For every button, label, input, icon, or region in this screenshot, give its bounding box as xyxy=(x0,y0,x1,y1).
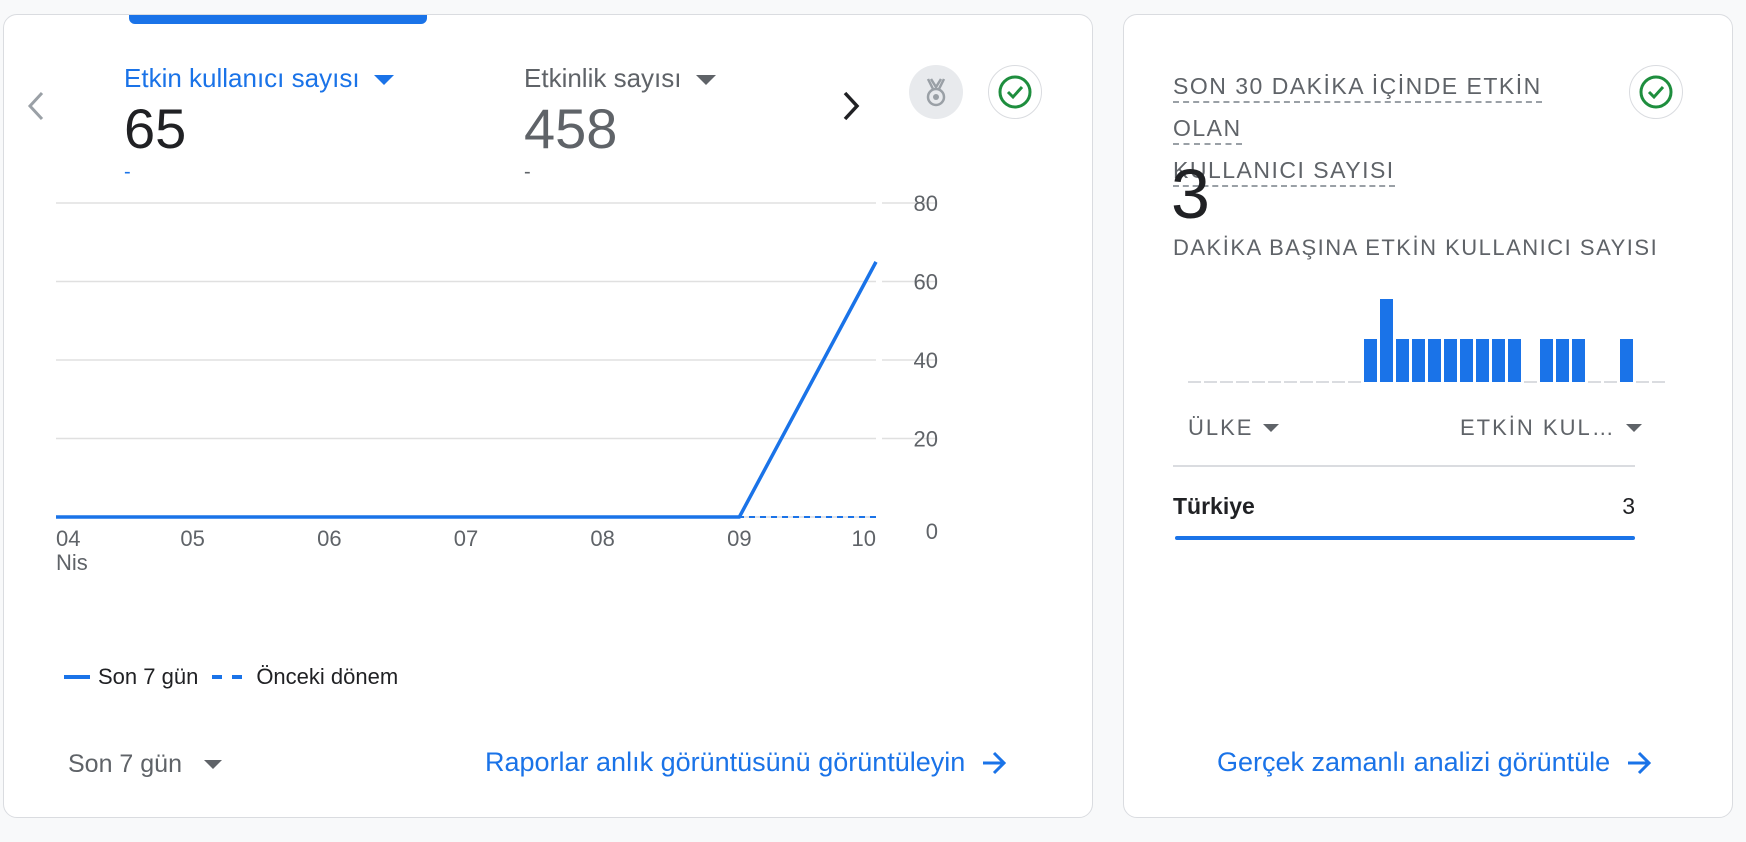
date-range-dropdown[interactable]: Son 7 gün xyxy=(68,750,222,779)
x-tick-label: 08 xyxy=(590,526,614,551)
check-circle-icon[interactable] xyxy=(1629,65,1683,119)
view-reports-snapshot-link[interactable]: Raporlar anlık görüntüsünü görüntüleyin xyxy=(485,747,1009,778)
realtime-title[interactable]: SON 30 DAKİKA İÇİNDE ETKİN OLAN KULLANIC… xyxy=(1173,65,1603,191)
minute-bar[interactable] xyxy=(1508,339,1521,382)
minute-bar[interactable] xyxy=(1396,339,1409,382)
minute-bar-empty xyxy=(1316,381,1329,383)
minute-bar-empty xyxy=(1268,381,1281,383)
x-tick-label: 09 xyxy=(727,526,751,551)
minute-bar-empty xyxy=(1524,381,1537,383)
y-tick-label: 80 xyxy=(914,191,938,216)
minute-bar[interactable] xyxy=(1476,339,1489,382)
share-bar xyxy=(1175,536,1635,540)
minute-bar[interactable] xyxy=(1572,339,1585,382)
minute-bar-empty xyxy=(1220,381,1233,383)
overview-card: Etkin kullanıcı sayısı 65 - Etkinlik say… xyxy=(3,14,1093,818)
chart-series xyxy=(56,261,878,519)
date-range-label: Son 7 gün xyxy=(68,750,182,778)
y-axis: 0 20 40 60 80 xyxy=(914,191,938,544)
link-label[interactable]: Raporlar anlık görüntüsünü görüntüleyin xyxy=(485,747,965,778)
chart-grid xyxy=(56,202,936,518)
x-tick-sublabel: Nis xyxy=(56,550,88,575)
minute-bar[interactable] xyxy=(1620,339,1633,382)
y-tick-label: 0 xyxy=(926,519,938,544)
caret-down-icon[interactable] xyxy=(204,760,222,769)
view-realtime-link[interactable]: Gerçek zamanlı analizi görüntüle xyxy=(1217,747,1654,778)
minute-bar-empty xyxy=(1588,381,1601,383)
minute-bar[interactable] xyxy=(1460,339,1473,382)
minute-bar[interactable] xyxy=(1380,299,1393,382)
per-minute-bar-chart xyxy=(1188,299,1665,383)
realtime-card: SON 30 DAKİKA İÇİNDE ETKİN OLAN KULLANIC… xyxy=(1123,14,1733,818)
minute-bar[interactable] xyxy=(1540,339,1553,382)
country-name: Türkiye xyxy=(1173,493,1255,519)
x-axis: 04 05 06 07 08 09 10 Nis xyxy=(56,526,876,575)
x-tick-label: 04 xyxy=(56,526,80,551)
table-divider xyxy=(1173,465,1635,467)
minute-bar-empty xyxy=(1636,381,1649,383)
minute-bar-empty xyxy=(1348,381,1361,383)
minute-bar[interactable] xyxy=(1444,339,1457,382)
minute-bar-empty xyxy=(1284,381,1297,383)
minute-bar-empty xyxy=(1204,381,1217,383)
minute-bar-empty xyxy=(1236,381,1249,383)
minute-bar[interactable] xyxy=(1412,339,1425,382)
minute-bar[interactable] xyxy=(1428,339,1441,382)
x-tick-label: 07 xyxy=(454,526,478,551)
minute-bar-empty xyxy=(1300,381,1313,383)
caret-down-icon[interactable] xyxy=(1263,424,1280,432)
chart-legend: Son 7 gün Önceki dönem xyxy=(64,664,398,690)
y-tick-label: 40 xyxy=(914,348,938,373)
minute-bar-empty xyxy=(1604,381,1617,383)
column-header-label[interactable]: ETKİN KUL… xyxy=(1460,415,1616,441)
per-minute-subtitle: DAKİKA BAŞINA ETKİN KULLANICI SAYISI xyxy=(1173,235,1659,260)
series-line-current xyxy=(56,261,878,519)
x-tick-label: 05 xyxy=(180,526,204,551)
arrow-right-icon[interactable] xyxy=(1624,748,1654,778)
minute-bar-empty xyxy=(1652,381,1665,383)
minute-bar-empty xyxy=(1332,381,1345,383)
caret-down-icon[interactable] xyxy=(1625,424,1642,432)
legend-dashed-swatch xyxy=(212,675,247,679)
y-tick-label: 60 xyxy=(914,270,938,295)
x-tick-label: 10 xyxy=(852,526,876,551)
minute-bar[interactable] xyxy=(1492,339,1505,382)
arrow-right-icon[interactable] xyxy=(979,748,1009,778)
column-header-active-users[interactable]: ETKİN KUL… xyxy=(1460,415,1642,441)
legend-solid-swatch xyxy=(64,675,90,679)
minute-bar-empty xyxy=(1188,381,1201,383)
x-tick-label: 06 xyxy=(317,526,341,551)
column-header-country[interactable]: ÜLKE xyxy=(1188,415,1280,441)
realtime-user-count: 3 xyxy=(1171,155,1210,233)
realtime-title-line-1[interactable]: SON 30 DAKİKA İÇİNDE ETKİN OLAN xyxy=(1173,73,1542,145)
y-tick-label: 20 xyxy=(914,427,938,452)
line-chart: 0 20 40 60 80 04 05 06 07 08 09 10 Nis xyxy=(56,191,938,575)
country-user-count: 3 xyxy=(1622,493,1635,519)
legend-label-previous: Önceki dönem xyxy=(256,664,399,689)
link-label[interactable]: Gerçek zamanlı analizi görüntüle xyxy=(1217,747,1610,778)
column-header-label[interactable]: ÜLKE xyxy=(1188,415,1253,441)
minute-bar[interactable] xyxy=(1364,339,1377,382)
minute-bar[interactable] xyxy=(1556,339,1569,382)
minute-bar-empty xyxy=(1252,381,1265,383)
table-row[interactable]: Türkiye 3 xyxy=(1173,479,1635,540)
legend-label-current: Son 7 gün xyxy=(98,664,199,689)
